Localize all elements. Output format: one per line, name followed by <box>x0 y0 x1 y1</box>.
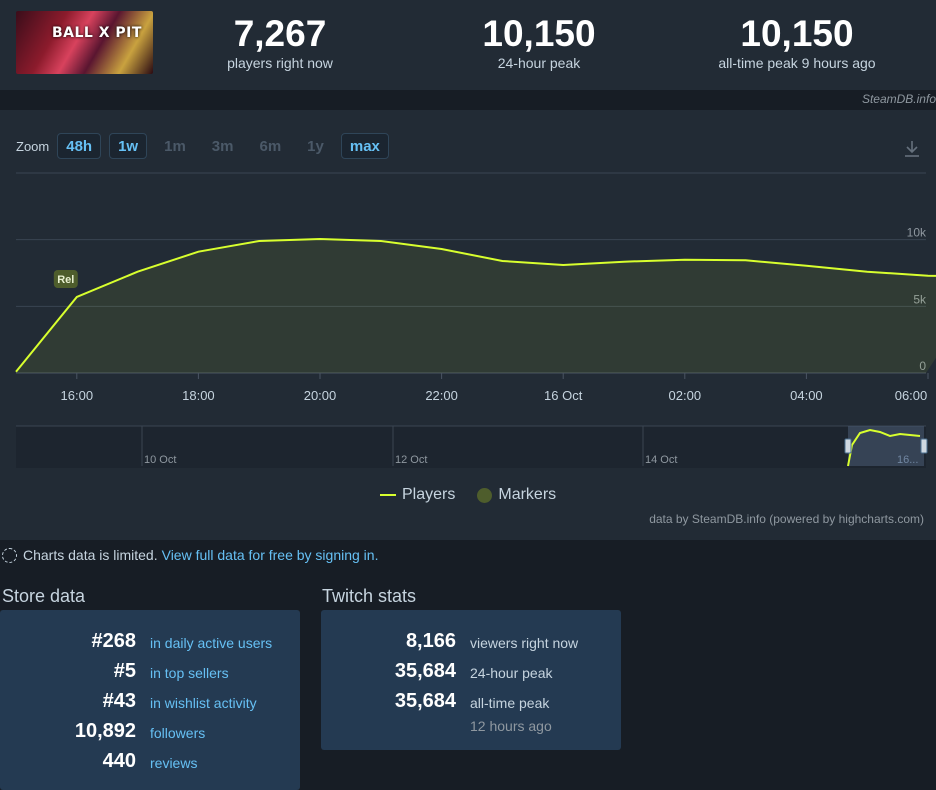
stat-value: 10,150 <box>740 13 854 54</box>
wishlist-activity-link[interactable]: in wishlist activity <box>150 695 257 711</box>
game-logo-text: BALL X PIT <box>52 25 142 41</box>
stats-header: BALL X PIT 7,267 players right now 10,15… <box>0 0 936 90</box>
twitch-row: 8,166 viewers right now <box>321 630 621 660</box>
site-credit[interactable]: SteamDB.info <box>862 92 936 106</box>
navigator-label: 12 Oct <box>395 454 427 466</box>
zoom-1w-button[interactable]: 1w <box>109 133 148 159</box>
navigator-right-handle[interactable] <box>920 438 928 454</box>
twitch-24h-peak-value: 35,684 <box>394 660 456 682</box>
twitch-viewers-label: viewers right now <box>470 635 579 651</box>
release-marker-label: Rel <box>57 274 74 286</box>
twitch-row: 35,684 all-time peak <box>321 690 621 720</box>
x-tick-label: 04:00 <box>790 388 823 403</box>
navigator-selection[interactable] <box>848 426 924 466</box>
store-rank-value: #43 <box>102 690 136 712</box>
download-icon[interactable] <box>902 139 922 159</box>
navigator-left-handle[interactable] <box>844 438 852 454</box>
stat-value: 10,150 <box>482 13 596 54</box>
twitch-stats-title: Twitch stats <box>322 586 417 606</box>
stat-label: all-time peak 9 hours ago <box>718 55 876 71</box>
legend-players[interactable]: Players <box>402 486 455 504</box>
navigator-label: 14 Oct <box>645 454 677 466</box>
reviews-link[interactable]: reviews <box>150 755 197 771</box>
store-row: #43 in wishlist activity <box>0 690 300 720</box>
stat-24h-peak: 10,150 24-hour peak <box>464 14 614 72</box>
players-legend-swatch <box>380 494 396 496</box>
store-data-box: #268 in daily active users #5 in top sel… <box>0 610 300 790</box>
y-tick-label: 10k <box>907 226 927 240</box>
chart-legend: Players Markers <box>380 486 556 504</box>
store-row: 440 reviews <box>0 750 300 780</box>
stat-value: 7,267 <box>233 13 327 54</box>
store-rank-value: #5 <box>113 660 136 682</box>
store-row: #5 in top sellers <box>0 660 300 690</box>
twitch-all-time-peak-label: all-time peak <box>470 695 550 711</box>
game-capsule-image[interactable]: BALL X PIT <box>16 11 153 74</box>
x-tick-label: 06:00 <box>895 388 928 403</box>
twitch-row: 35,684 24-hour peak <box>321 660 621 690</box>
legend-markers[interactable]: Markers <box>498 486 556 504</box>
store-rank-value: #268 <box>91 630 137 652</box>
stat-label: players right now <box>227 55 333 71</box>
chart-navigator[interactable]: 10 Oct12 Oct14 Oct16... <box>16 425 928 468</box>
twitch-peak-time: 12 hours ago <box>470 718 552 734</box>
zoom-6m-button[interactable]: 6m <box>250 133 290 159</box>
player-chart: 05k10k 16:00 18:00 20:00 22:00 16 Oct 02:00 04… <box>15 172 936 468</box>
limited-notice: Charts data is limited. View full data f… <box>2 547 378 563</box>
stat-label: 24-hour peak <box>497 55 581 71</box>
limited-text: Charts data is limited. <box>23 547 158 563</box>
x-tick-label: 16 Oct <box>544 388 583 403</box>
twitch-viewers-value: 8,166 <box>405 630 456 652</box>
followers-link[interactable]: followers <box>150 725 205 741</box>
top-sellers-link[interactable]: in top sellers <box>150 665 229 681</box>
navigator-label: 10 Oct <box>144 454 176 466</box>
stat-players-now: 7,267 players right now <box>210 14 350 72</box>
daily-active-users-link[interactable]: in daily active users <box>150 635 272 651</box>
x-tick-label: 18:00 <box>182 388 215 403</box>
twitch-stats-box: 8,166 viewers right now 35,684 24-hour p… <box>321 610 621 750</box>
zoom-3m-button[interactable]: 3m <box>203 133 243 159</box>
chart-credit[interactable]: data by SteamDB.info (powered by highcha… <box>649 512 924 526</box>
store-data-title: Store data <box>2 586 86 606</box>
zoom-1y-button[interactable]: 1y <box>298 133 333 159</box>
store-row: 10,892 followers <box>0 720 300 750</box>
reviews-value: 440 <box>102 750 136 772</box>
zoom-48h-button[interactable]: 48h <box>57 133 102 159</box>
sign-in-link[interactable]: View full data for free by signing in. <box>162 547 379 563</box>
players-area <box>16 239 936 373</box>
store-row: #268 in daily active users <box>0 630 300 660</box>
x-tick-label: 02:00 <box>669 388 702 403</box>
dashed-circle-icon <box>2 547 17 563</box>
zoom-1m-button[interactable]: 1m <box>155 133 195 159</box>
twitch-24h-peak-label: 24-hour peak <box>470 665 553 681</box>
zoom-label: Zoom <box>16 138 50 154</box>
markers-legend-swatch <box>477 487 493 503</box>
zoom-controls: Zoom 48h 1w 1m 3m 6m 1y max <box>16 133 397 159</box>
stat-all-time-peak: 10,150 all-time peak 9 hours ago <box>700 14 894 72</box>
twitch-all-time-peak-value: 35,684 <box>394 690 456 712</box>
followers-value: 10,892 <box>74 720 136 742</box>
x-tick-label: 22:00 <box>425 388 458 403</box>
zoom-max-button[interactable]: max <box>340 133 389 159</box>
x-tick-label: 20:00 <box>304 388 337 403</box>
x-tick-label: 16:00 <box>61 388 94 403</box>
